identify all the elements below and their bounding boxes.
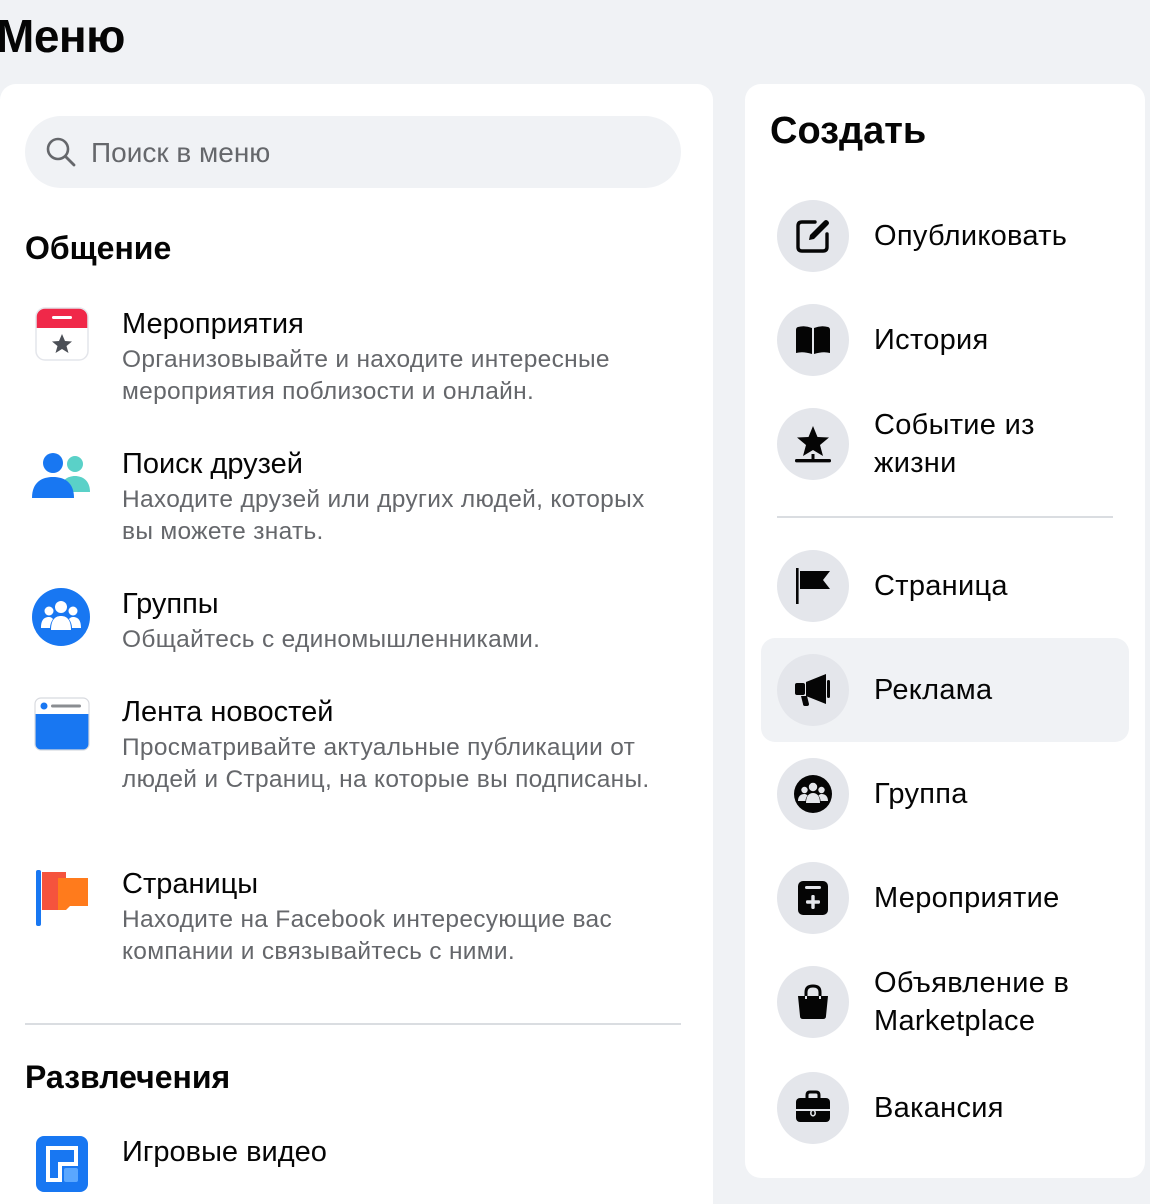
create-label: Вакансия — [874, 1092, 1004, 1124]
menu-item-title: Поиск друзей — [122, 448, 303, 480]
create-marketplace-listing-button[interactable]: Объявление в Marketplace — [761, 950, 1129, 1054]
menu-panel: Общение Мероприятия Организовывайте и на… — [0, 84, 713, 1204]
create-icon-circle — [777, 408, 849, 480]
menu-item-groups[interactable]: Группы Общайтесь с единомышленниками. — [25, 586, 685, 656]
life-event-star-icon — [795, 426, 831, 463]
menu-item-description: Просматривайте актуальные публикации от … — [122, 734, 650, 793]
create-story-button[interactable]: История — [761, 288, 1129, 392]
group-icon — [794, 775, 832, 813]
menu-item-gaming-video[interactable]: Игровые видео — [25, 1134, 685, 1194]
megaphone-icon — [795, 674, 830, 706]
create-icon-circle — [777, 304, 849, 376]
create-life-event-button[interactable]: Событие из жизни — [761, 392, 1129, 496]
groups-icon — [32, 588, 90, 646]
menu-item-pages[interactable]: Страницы Находите на Facebook интересующ… — [25, 866, 685, 966]
create-label: Группа — [874, 778, 968, 810]
create-post-button[interactable]: Опубликовать — [761, 184, 1129, 288]
search-icon — [46, 137, 76, 167]
search-bar[interactable] — [25, 116, 681, 190]
create-icon-circle — [777, 550, 849, 622]
create-label: Страница — [874, 570, 1008, 602]
menu-item-events[interactable]: Мероприятия Организовывайте и находите и… — [25, 306, 685, 406]
create-page-button[interactable]: Страница — [761, 534, 1129, 638]
create-job-button[interactable]: Вакансия — [761, 1056, 1129, 1160]
create-icon-circle — [777, 654, 849, 726]
create-label: Реклама — [874, 674, 993, 706]
menu-item-title: Игровые видео — [122, 1136, 327, 1168]
story-book-icon — [796, 326, 830, 354]
friends-icon — [32, 453, 90, 498]
menu-item-title: Страницы — [122, 868, 259, 900]
section-title-entertainment: Развлечения — [25, 1059, 231, 1095]
briefcase-icon — [796, 1090, 830, 1122]
page-flag-icon — [796, 568, 830, 604]
menu-item-description: Находите на Facebook интересующие вас ко… — [122, 906, 613, 965]
create-label: Событие из жизни — [874, 409, 1035, 479]
event-calendar-plus-icon — [798, 881, 828, 915]
pages-flag-icon — [36, 870, 88, 926]
edit-post-icon — [796, 220, 829, 253]
menu-item-description: Находите друзей или других людей, которы… — [122, 486, 645, 545]
menu-item-find-friends[interactable]: Поиск друзей Находите друзей или других … — [25, 446, 685, 546]
create-label: Объявление в Marketplace — [874, 967, 1070, 1037]
create-label: Опубликовать — [874, 220, 1068, 252]
page-title: Меню — [0, 10, 125, 62]
events-icon — [35, 307, 89, 361]
section-divider — [25, 1023, 681, 1025]
menu-item-description: Общайтесь с единомышленниками. — [122, 626, 541, 653]
create-icon-circle — [777, 200, 849, 272]
menu-item-description: Организовывайте и находите интересные ме… — [122, 346, 610, 405]
create-panel: Создать Опубликовать История Событие из … — [745, 84, 1145, 1178]
search-input[interactable] — [89, 116, 653, 190]
create-icon-circle — [777, 862, 849, 934]
menu-item-news-feed[interactable]: Лента новостей Просматривайте актуальные… — [25, 694, 685, 824]
create-divider — [777, 516, 1113, 518]
create-event-button[interactable]: Мероприятие — [761, 846, 1129, 950]
create-group-button[interactable]: Группа — [761, 742, 1129, 846]
menu-item-title: Группы — [122, 588, 219, 620]
news-feed-icon — [34, 697, 90, 751]
gaming-video-icon — [36, 1136, 88, 1192]
menu-item-title: Мероприятия — [122, 308, 304, 340]
create-icon-circle — [777, 966, 849, 1038]
menu-item-title: Лента новостей — [122, 696, 334, 728]
create-icon-circle — [777, 1072, 849, 1144]
create-icon-circle — [777, 758, 849, 830]
create-label: История — [874, 324, 989, 356]
shopping-bag-icon — [798, 984, 828, 1019]
create-label: Мероприятие — [874, 882, 1060, 914]
create-title: Создать — [770, 110, 927, 152]
create-ad-button[interactable]: Реклама — [761, 638, 1129, 742]
section-title-social: Общение — [25, 230, 172, 266]
